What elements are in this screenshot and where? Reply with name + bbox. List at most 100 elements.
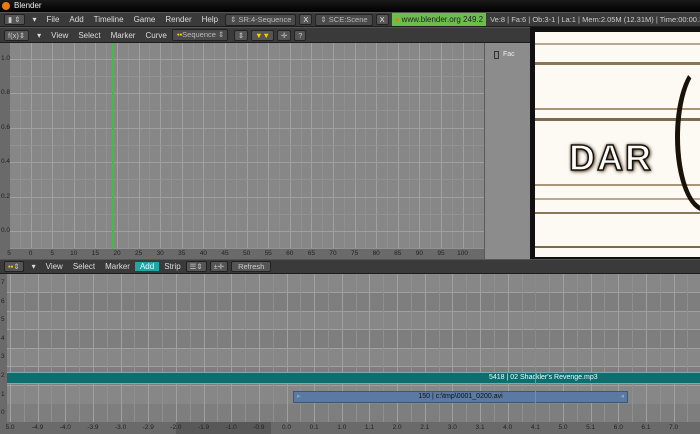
ipo-grid-line xyxy=(333,43,334,249)
channel-label-fac[interactable]: Fac xyxy=(503,51,515,58)
ipo-playhead[interactable] xyxy=(112,43,115,249)
copy-paste-icons[interactable]: ▼▼ xyxy=(251,29,274,41)
seq-menu-marker[interactable]: Marker xyxy=(100,262,135,271)
seq-channel-number: 3 xyxy=(1,353,5,361)
seq-grid-line xyxy=(203,274,205,422)
ipo-x-tick: 55 xyxy=(264,250,272,257)
ipo-x-tick: 5 xyxy=(7,250,11,257)
seq-grid-line xyxy=(92,274,94,422)
ipo-y-tick: 1.0 xyxy=(1,55,11,62)
delete-screen-button[interactable]: X xyxy=(299,14,313,25)
channel-band xyxy=(7,404,700,422)
menu-file[interactable]: File xyxy=(42,15,65,24)
seq-menu-view[interactable]: View xyxy=(41,262,68,271)
audio-strip[interactable]: 5418 | 02 Shackler's Revenge.mp3 xyxy=(7,372,700,384)
menu-timeline[interactable]: Timeline xyxy=(89,15,129,24)
scene-select[interactable]: ⇕ SCE:Scene xyxy=(315,13,373,26)
seq-grid-line-minor xyxy=(272,274,274,422)
lock-icon[interactable]: ? xyxy=(294,29,307,41)
ipo-grid-line xyxy=(10,231,484,232)
seq-x-tick: 4.1 xyxy=(530,424,540,431)
ipo-grid-line-minor xyxy=(451,43,453,249)
seq-channel-number: 4 xyxy=(1,334,5,342)
editor-type-button[interactable]: ▮ ⇕ xyxy=(4,14,25,25)
version-label[interactable]: ● www.blender.org 249.2 xyxy=(391,13,487,26)
sequencer-strip-area[interactable]: 5418 | 02 Shackler's Revenge.mp3 ▸ ◂ 150 | … xyxy=(7,274,700,422)
version-text: www.blender.org 249.2 xyxy=(401,15,484,24)
seq-grid-line xyxy=(258,274,260,422)
screen-select[interactable]: ⇕ SR:4-Sequence xyxy=(225,13,297,26)
seq-editor-type-button[interactable]: ▪▪⇕ xyxy=(4,261,24,272)
seq-grid-line xyxy=(7,310,700,312)
seq-x-tick: 5.0 xyxy=(5,424,15,431)
seq-grid-line xyxy=(10,274,11,422)
menu-collapse-icon[interactable]: ▾ xyxy=(27,262,41,271)
refresh-button[interactable]: Refresh xyxy=(231,261,272,272)
ipo-curve-area[interactable] xyxy=(10,43,484,249)
seq-playhead[interactable] xyxy=(535,274,536,422)
ipo-grid-line-minor xyxy=(300,43,302,249)
menu-collapse-icon[interactable]: ▾ xyxy=(28,15,42,24)
seq-menu-strip[interactable]: Strip xyxy=(159,262,185,271)
seq-grid-line-minor xyxy=(659,274,661,422)
ipo-x-tick: 70 xyxy=(329,250,337,257)
ipo-grid-line xyxy=(354,43,356,249)
main-header: ▮ ⇕ ▾ File Add Timeline Game Render Help… xyxy=(0,12,700,27)
seq-channel-number: 5 xyxy=(1,316,5,324)
ipo-grid-line xyxy=(10,59,484,60)
seq-x-tick: 3.1 xyxy=(475,424,485,431)
ipo-type-select[interactable]: ▪▪Sequence ⇕ xyxy=(171,29,228,41)
seq-x-tick: 3.0 xyxy=(447,424,457,431)
channel-band xyxy=(7,292,700,312)
seq-x-tick: -3.9 xyxy=(87,424,99,431)
ipo-y-tick: 0.4 xyxy=(1,158,11,166)
menu-render[interactable]: Render xyxy=(160,15,196,24)
seq-x-tick: 0.1 xyxy=(309,424,319,431)
ipo-grid-line xyxy=(10,93,484,95)
seq-x-tick: -4.9 xyxy=(32,424,44,431)
ipo-menu-marker[interactable]: Marker xyxy=(106,31,141,40)
ipo-menu-view[interactable]: View xyxy=(46,31,73,40)
ipo-x-tick: 95 xyxy=(437,250,445,257)
strip-left-handle-icon[interactable]: ▸ xyxy=(297,392,301,402)
seq-grid-line xyxy=(120,274,122,422)
delete-scene-button[interactable]: X xyxy=(375,14,389,25)
seq-grid-line-minor xyxy=(189,274,191,422)
ipo-grid-line-minor xyxy=(257,43,259,249)
zoom-icons[interactable]: ±✛ xyxy=(209,261,229,272)
seq-x-tick: 6.0 xyxy=(613,424,623,431)
seq-menu-select[interactable]: Select xyxy=(68,262,100,271)
strip-right-handle-icon[interactable]: ◂ xyxy=(620,392,624,402)
ipo-editor-type-button[interactable]: f(x)⇕ xyxy=(4,29,30,41)
ipo-grid-line-minor xyxy=(473,43,475,249)
menu-add[interactable]: Add xyxy=(64,15,88,24)
ipo-grid-line-minor xyxy=(343,43,345,249)
seq-grid-line xyxy=(7,385,700,386)
ipo-y-tick: 0.6 xyxy=(1,123,11,131)
menu-game[interactable]: Game xyxy=(129,15,161,24)
channel-band xyxy=(7,329,700,349)
menu-collapse-icon[interactable]: ▾ xyxy=(32,31,46,40)
menu-help[interactable]: Help xyxy=(197,15,223,24)
ipo-menu-curve[interactable]: Curve xyxy=(140,31,171,40)
ipo-grid-line-minor xyxy=(10,76,484,77)
seq-menu-add[interactable]: Add xyxy=(134,262,160,271)
preview-logo-text: DAR xyxy=(568,136,653,179)
zoom-view-icon[interactable]: ✛ xyxy=(276,29,292,41)
movie-strip[interactable]: ▸ ◂ 150 | c:\tmp\0001_0200.avi xyxy=(293,391,628,403)
ipo-x-axis: 5 0 5 10 15 20 25 30 35 40 45 50 55 60 65 70 75 80 85 90 95 1… xyxy=(0,249,490,259)
ipo-grid-line-minor xyxy=(192,43,194,249)
ipo-menu-select[interactable]: Select xyxy=(73,31,105,40)
ipo-key-select[interactable]: ⇕ xyxy=(233,29,249,41)
channel-checkbox[interactable] xyxy=(494,51,499,59)
seq-channel-number: 0 xyxy=(1,409,5,417)
seq-x-tick: 1.0 xyxy=(337,424,347,431)
seq-x-tick: -3.0 xyxy=(114,424,127,431)
ipo-grid-line-minor xyxy=(84,43,86,249)
ipo-grid-line-minor xyxy=(10,110,484,112)
display-mode-select[interactable]: ☰⇕ xyxy=(185,261,207,272)
seq-x-tick: -2.0 xyxy=(170,424,182,431)
seq-x-tick: 2.1 xyxy=(420,424,430,431)
seq-grid-line-minor xyxy=(106,274,108,422)
seq-x-tick: -0.9 xyxy=(253,424,265,431)
